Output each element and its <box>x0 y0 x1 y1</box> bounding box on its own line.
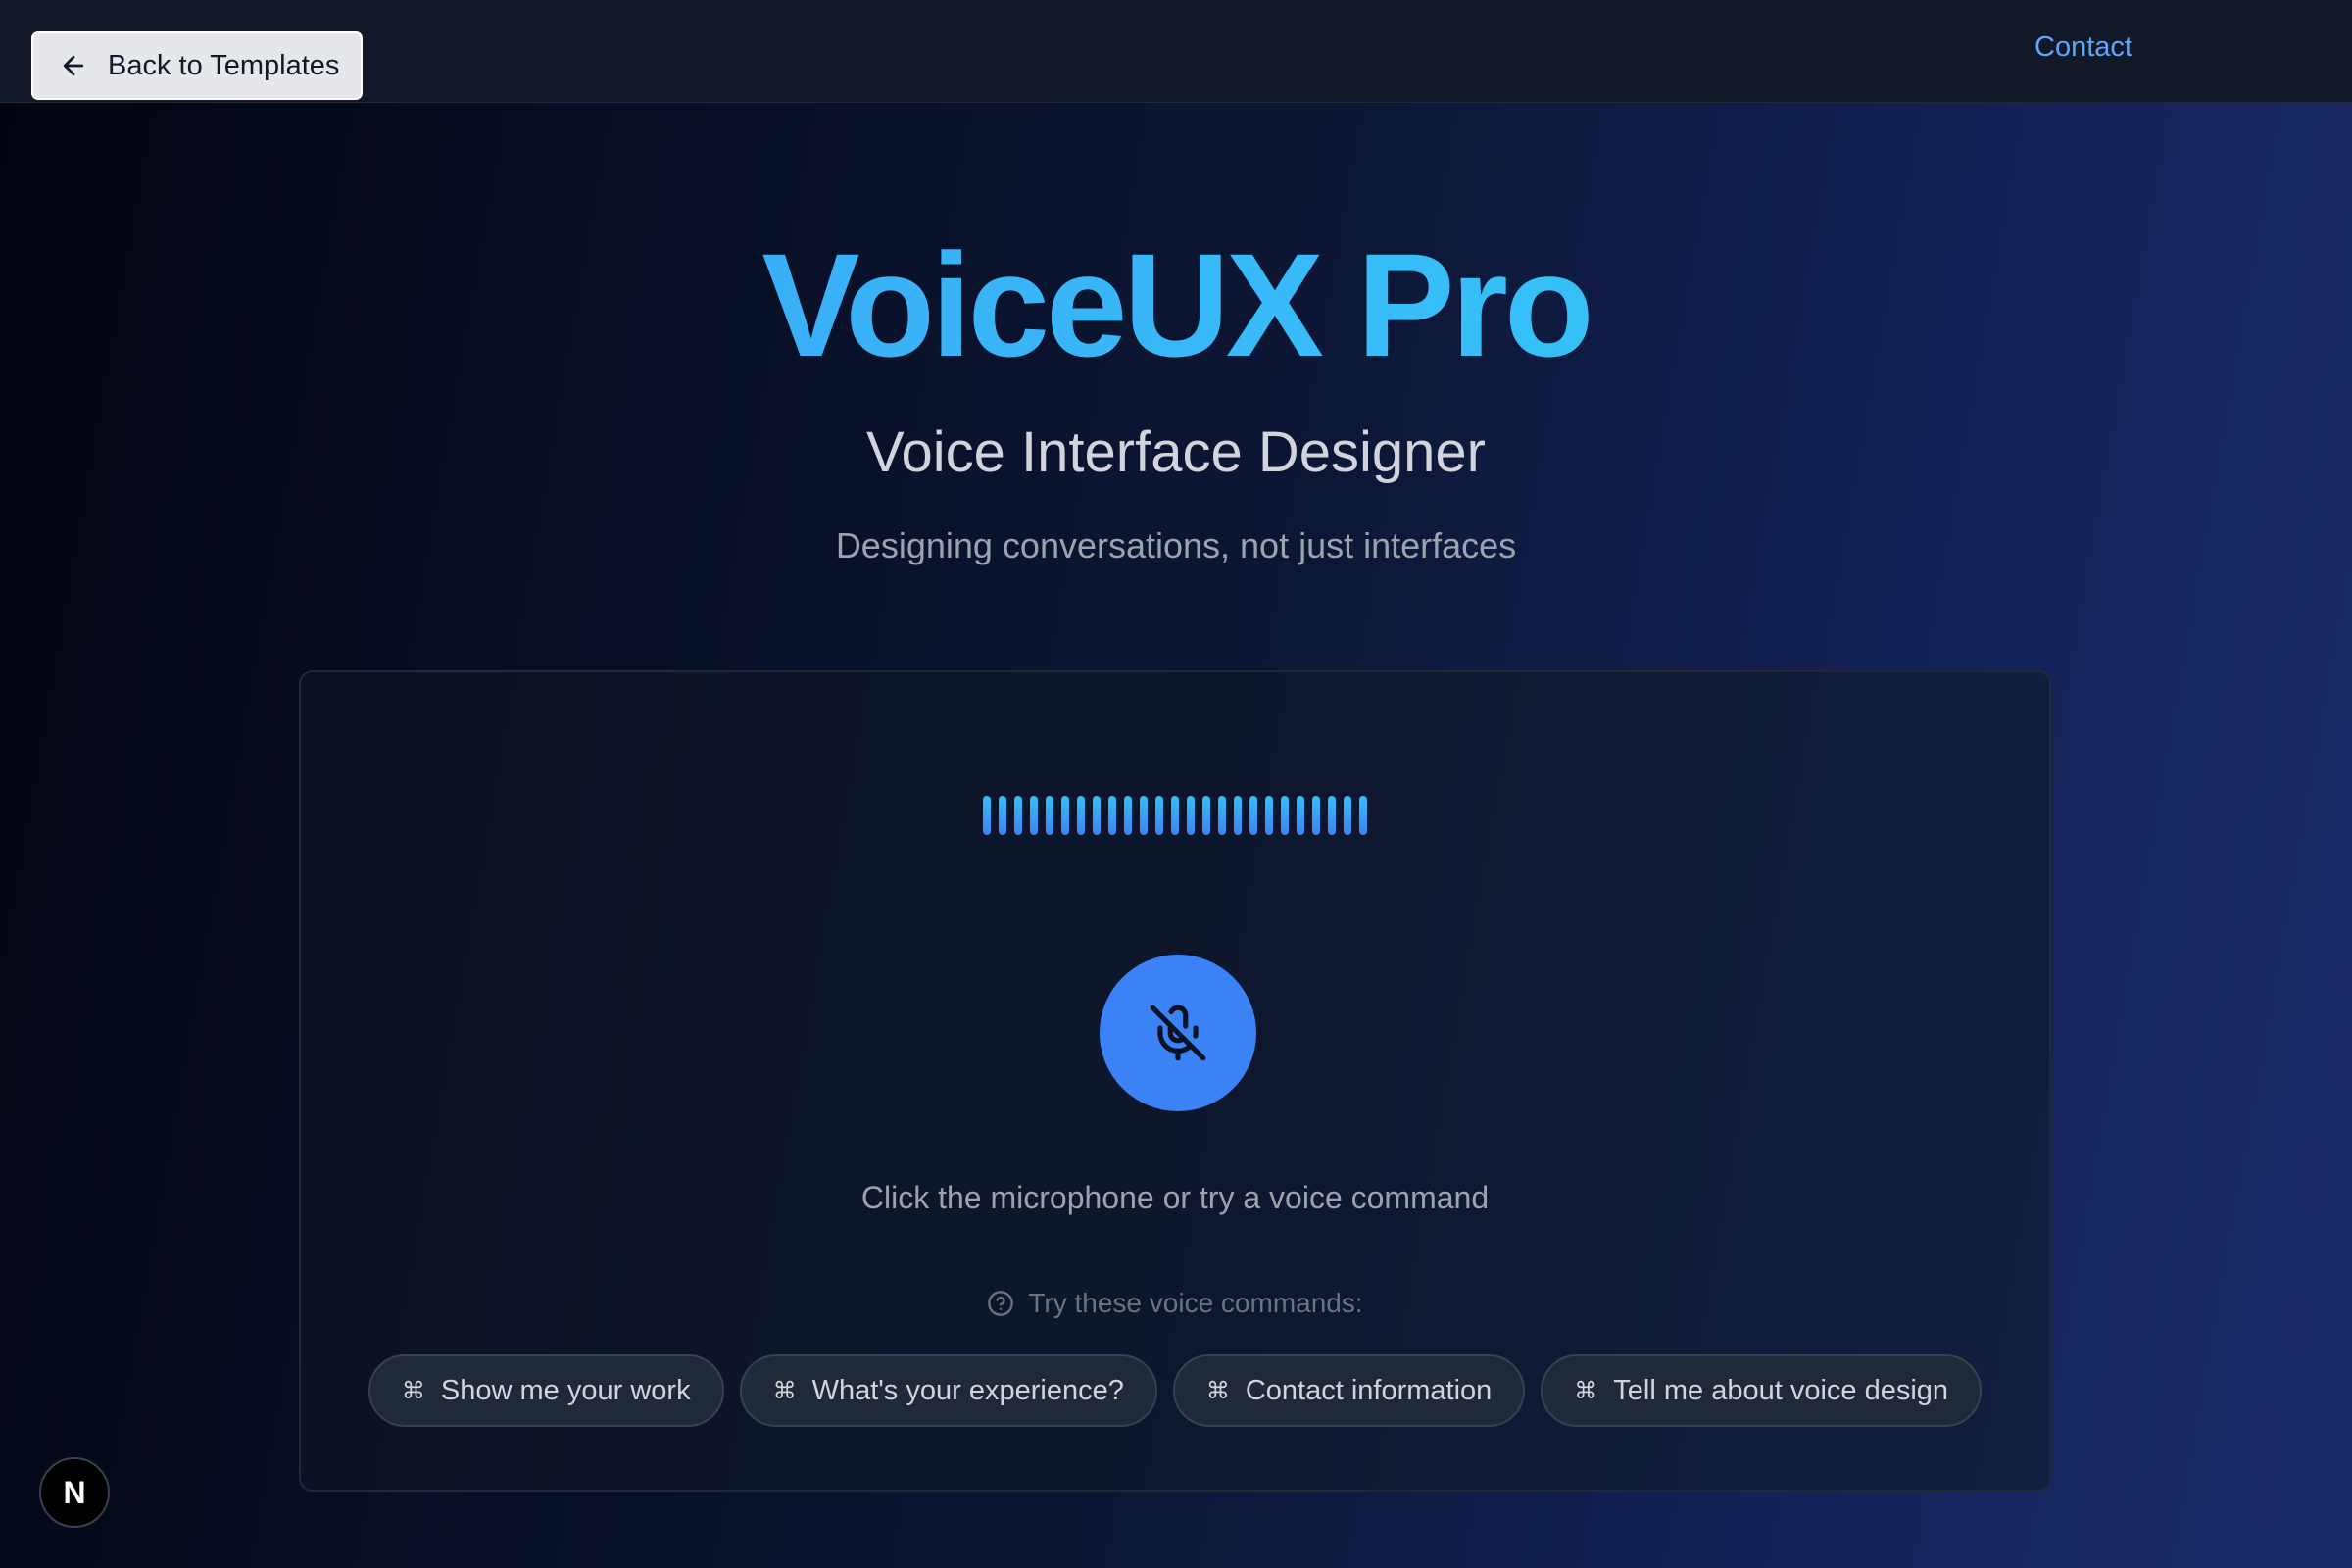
mic-off-icon <box>1150 1004 1206 1061</box>
voice-instruction: Click the microphone or try a voice comm… <box>860 1180 1490 1215</box>
hero-title: VoiceUX Pro <box>0 221 2352 388</box>
waveform-bar <box>1093 796 1101 835</box>
voice-command-chip-voice-design[interactable]: ⌘ Tell me about voice design <box>1541 1354 1983 1427</box>
waveform-bar <box>999 796 1006 835</box>
voice-command-list: ⌘ Show me your work ⌘ What's your experi… <box>301 1354 2049 1427</box>
voice-panel: Click the microphone or try a voice comm… <box>299 670 2051 1492</box>
voice-command-label: What's your experience? <box>811 1374 1124 1406</box>
arrow-left-icon <box>63 55 84 76</box>
waveform-bar <box>1202 796 1210 835</box>
waveform-bar <box>1046 796 1054 835</box>
waveform-bar <box>1014 796 1022 835</box>
waveform-bar <box>1171 796 1179 835</box>
waveform-bar <box>1030 796 1038 835</box>
waveform-bar <box>983 796 991 835</box>
microphone-button[interactable] <box>1100 955 1256 1111</box>
waveform-bar <box>1124 796 1132 835</box>
back-button-label: Back to Templates <box>108 49 340 81</box>
waveform-bar <box>1155 796 1163 835</box>
command-icon: ⌘ <box>772 1377 797 1404</box>
hero-tagline: Designing conversations, not just interf… <box>835 525 1517 565</box>
waveform-bar <box>1312 796 1320 835</box>
waveform-bar <box>1140 796 1148 835</box>
waveform-bar <box>1234 796 1242 835</box>
top-nav-bar: Back to Templates Contact <box>0 0 2352 103</box>
voice-command-label: Show me your work <box>440 1374 691 1406</box>
waveform-bar <box>1061 796 1069 835</box>
waveform-bar <box>1218 796 1226 835</box>
waveform-bar <box>1250 796 1257 835</box>
waveform-bar <box>1344 796 1351 835</box>
voice-command-chip-show-work[interactable]: ⌘ Show me your work <box>368 1354 724 1427</box>
voice-commands-heading: Try these voice commands: <box>301 1288 2049 1319</box>
waveform-bar <box>1187 796 1195 835</box>
back-to-templates-button[interactable]: Back to Templates <box>31 31 363 100</box>
voice-command-label: Contact information <box>1245 1374 1493 1406</box>
command-icon: ⌘ <box>401 1377 425 1404</box>
waveform-bar <box>1328 796 1336 835</box>
voice-commands-heading-label: Try these voice commands: <box>1028 1288 1363 1318</box>
waveform-bar <box>1265 796 1273 835</box>
help-circle-icon <box>988 1291 1014 1316</box>
voice-command-chip-experience[interactable]: ⌘ What's your experience? <box>739 1354 1157 1427</box>
contact-link[interactable]: Contact <box>2034 31 2132 64</box>
nextjs-dev-badge[interactable]: N <box>39 1457 110 1528</box>
waveform-bar <box>1077 796 1085 835</box>
audio-waveform <box>301 796 2049 835</box>
waveform-bar <box>1108 796 1116 835</box>
voice-command-chip-contact[interactable]: ⌘ Contact information <box>1172 1354 1526 1427</box>
voice-command-label: Tell me about voice design <box>1613 1374 1949 1406</box>
waveform-bar <box>1297 796 1304 835</box>
command-icon: ⌘ <box>1574 1377 1598 1404</box>
hero-subtitle: Voice Interface Designer <box>866 420 1486 484</box>
waveform-bar <box>1281 796 1289 835</box>
waveform-bar <box>1359 796 1367 835</box>
command-icon: ⌘ <box>1205 1377 1230 1404</box>
